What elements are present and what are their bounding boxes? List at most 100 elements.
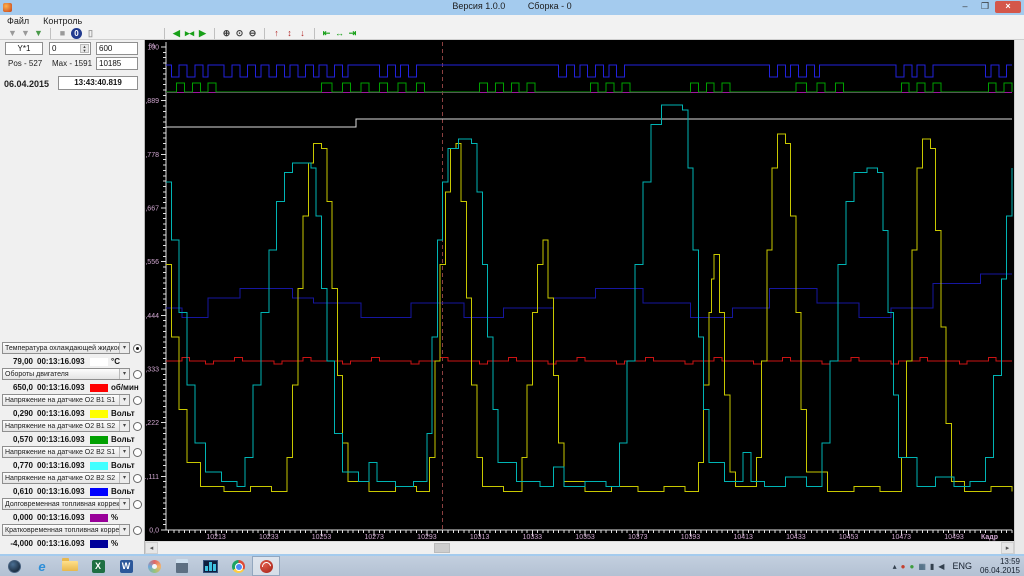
series-o2-b2-s2 xyxy=(166,65,1012,77)
param-name: Кратковременная топливная коррекция xyxy=(5,527,130,534)
param-radio[interactable] xyxy=(133,422,142,431)
vertical-scrollbar[interactable] xyxy=(1014,40,1024,554)
parameter-row: Долговременная топливная коррекция▾ 0,000… xyxy=(0,498,145,524)
stop-icon[interactable]: ■ xyxy=(56,27,69,39)
param-select[interactable]: Температура охлаждающей жидкости▾ xyxy=(2,342,130,354)
taskbar-internet-explorer[interactable]: e xyxy=(28,556,56,576)
param-value: 0,610 xyxy=(0,487,33,496)
param-radio[interactable] xyxy=(133,370,142,379)
menu-item-file[interactable]: Файл xyxy=(7,16,29,26)
parameter-row: Напряжение на датчике O2 В1 S1▾0,29000:1… xyxy=(0,394,145,420)
pos-label: Pos - 527 xyxy=(8,59,42,68)
pause-icon[interactable]: ▸◂ xyxy=(183,27,196,39)
maximize-button[interactable]: ❒ xyxy=(975,1,995,13)
record-date: 06.04.2015 xyxy=(4,79,49,89)
step-back-icon[interactable]: ◀ xyxy=(170,27,183,39)
tray-status-red-icon[interactable]: ● xyxy=(901,562,906,571)
svg-text:%: % xyxy=(149,43,155,50)
clock-date: 06.04.2015 xyxy=(980,566,1020,575)
zoom-reset-icon[interactable]: ⊙ xyxy=(233,27,246,39)
step-forward-icon[interactable]: ▶ xyxy=(196,27,209,39)
curve-remove-icon[interactable]: ▼ xyxy=(19,27,32,39)
scale-up-icon[interactable]: ↑ xyxy=(270,27,283,39)
goto-start-icon[interactable]: ⇤ xyxy=(320,27,333,39)
menu-item-control[interactable]: Контроль xyxy=(43,16,82,26)
svg-text:77,778: 77,778 xyxy=(145,152,159,159)
param-select[interactable]: Напряжение на датчике O2 В2 S2▾ xyxy=(2,472,130,484)
scroll-thumb[interactable] xyxy=(434,543,450,553)
chevron-down-icon: ▾ xyxy=(119,395,129,405)
tray-volume-icon[interactable]: ◀ xyxy=(938,562,944,571)
svg-text:10413: 10413 xyxy=(733,534,753,541)
param-radio[interactable] xyxy=(133,396,142,405)
taskbar-chrome[interactable] xyxy=(224,556,252,576)
param-value-row: 79,0000:13:16.093°C xyxy=(0,355,145,368)
taskbar-diagnostic-app[interactable] xyxy=(252,556,280,576)
frame-count-field[interactable]: 10185 xyxy=(96,57,138,70)
horizontal-scrollbar[interactable]: ◂ ▸ xyxy=(145,541,1014,554)
toolbar-separator xyxy=(50,28,51,39)
param-radio[interactable] xyxy=(133,344,142,353)
tray-network-icon[interactable]: ▮ xyxy=(930,562,934,571)
scroll-right-arrow[interactable]: ▸ xyxy=(1001,542,1014,554)
chart-area[interactable]: 1021310233102531027310293103131033310353… xyxy=(145,40,1014,541)
param-select[interactable]: Напряжение на датчике O2 В2 S1▾ xyxy=(2,446,130,458)
tray-status-green-icon[interactable]: ● xyxy=(909,562,914,571)
param-radio[interactable] xyxy=(133,474,142,483)
param-radio[interactable] xyxy=(133,526,142,535)
minimize-button[interactable]: – xyxy=(955,1,975,13)
chevron-down-icon: ▾ xyxy=(119,369,129,379)
parameter-row: Обороты двигателя▾650,000:13:16.093об/ми… xyxy=(0,368,145,394)
start-button[interactable] xyxy=(0,556,28,576)
taskbar-clock[interactable]: 13:5906.04.2015 xyxy=(980,557,1020,575)
goto-cursor-icon[interactable]: ↔ xyxy=(333,27,346,39)
language-indicator[interactable]: ENG xyxy=(952,561,972,571)
zero-marker-icon[interactable]: 0 xyxy=(71,28,82,39)
curve-filter-icon[interactable]: ▼ xyxy=(6,27,19,39)
taskbar-word[interactable]: W xyxy=(112,556,140,576)
param-select[interactable]: Обороты двигателя▾ xyxy=(2,368,130,380)
taskbar-data-recorder[interactable] xyxy=(196,556,224,576)
zoom-out-icon[interactable]: ⊖ xyxy=(246,27,259,39)
scale-fit-icon[interactable]: ↕ xyxy=(283,27,296,39)
param-color-swatch xyxy=(90,462,108,470)
scale-down-icon[interactable]: ↓ xyxy=(296,27,309,39)
zoom-in-icon[interactable]: ⊕ xyxy=(220,27,233,39)
taskbar-paint[interactable] xyxy=(140,556,168,576)
tray-show-hidden-icon[interactable]: ▴ xyxy=(893,562,897,571)
svg-text:10373: 10373 xyxy=(628,534,648,541)
param-select[interactable]: Напряжение на датчике O2 В1 S1▾ xyxy=(2,394,130,406)
channel-stepper[interactable]: 0 ▲▼ xyxy=(49,42,91,55)
chart-app-icon xyxy=(203,560,218,573)
curve-add-icon[interactable]: ▼ xyxy=(32,27,45,39)
paint-icon xyxy=(148,560,161,573)
taskbar-file-explorer[interactable] xyxy=(56,556,84,576)
param-select[interactable]: Кратковременная топливная коррекция▾ xyxy=(2,524,130,536)
scroll-left-arrow[interactable]: ◂ xyxy=(145,542,158,554)
taskbar-calculator[interactable] xyxy=(168,556,196,576)
marker-icon[interactable]: ▯ xyxy=(84,27,97,39)
param-radio[interactable] xyxy=(133,448,142,457)
y-scale-button[interactable]: Y*1 xyxy=(5,42,43,55)
toolbar: ▼▼▼■0▯◀▸◂▶⊕⊙⊖↑↕↓⇤↔⇥ xyxy=(0,27,1024,40)
svg-text:10213: 10213 xyxy=(206,534,226,541)
toolbar-separator xyxy=(214,28,215,39)
param-value: 0,000 xyxy=(0,513,33,522)
cursor-time-field[interactable]: 13:43:40.819 xyxy=(58,76,138,90)
param-unit: Вольт xyxy=(111,487,135,496)
stepper-arrows-icon[interactable]: ▲▼ xyxy=(80,44,89,53)
goto-end-icon[interactable]: ⇥ xyxy=(346,27,359,39)
param-radio[interactable] xyxy=(133,500,142,509)
taskbar-excel[interactable]: X xyxy=(84,556,112,576)
tray-display-icon[interactable]: ▦ xyxy=(918,562,926,571)
office-app-icon: X xyxy=(92,560,105,573)
left-panel: Y*1 0 ▲▼ 600 Pos - 527 Max - 1591 10185 … xyxy=(0,40,145,554)
param-select[interactable]: Долговременная топливная коррекция▾ xyxy=(2,498,130,510)
param-select[interactable]: Напряжение на датчике O2 В1 S2▾ xyxy=(2,420,130,432)
parameter-row: Напряжение на датчике O2 В1 S2▾0,57000:1… xyxy=(0,420,145,446)
svg-text:10473: 10473 xyxy=(892,534,912,541)
chevron-down-icon: ▾ xyxy=(119,473,129,483)
param-timestamp: 00:13:16.093 xyxy=(37,435,89,444)
window-size-field[interactable]: 600 xyxy=(96,42,138,55)
close-button[interactable]: × xyxy=(995,1,1021,13)
